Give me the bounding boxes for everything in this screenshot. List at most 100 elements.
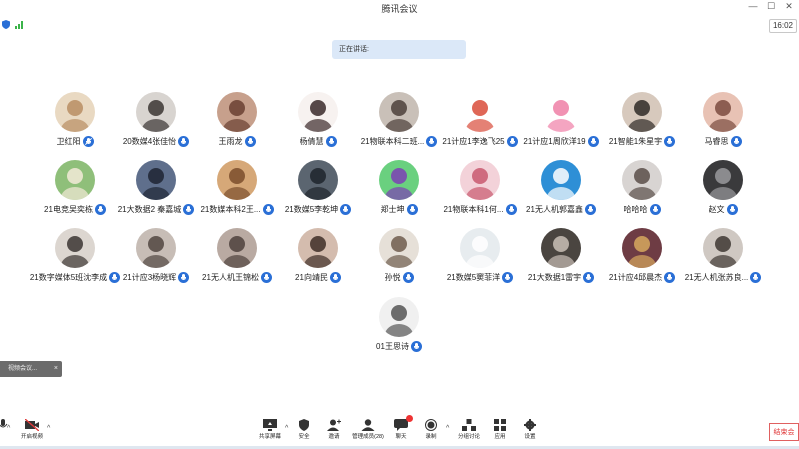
microphone-icon	[325, 135, 337, 147]
participant-tile[interactable]: 21数媒5窦菲洋	[439, 228, 521, 292]
participant-name: 哈哈哈	[623, 204, 648, 214]
mute-options-chevron-icon[interactable]: ^	[7, 425, 10, 432]
participant-tile[interactable]: 杨倩慧	[277, 92, 359, 156]
avatar	[622, 92, 662, 132]
record-button[interactable]: 录制	[411, 418, 451, 440]
participant-label: 马睿思	[674, 135, 772, 147]
participant-name: 郑士坤	[380, 204, 405, 214]
participant-label: 01王思诗	[350, 340, 448, 352]
avatar	[541, 92, 581, 132]
participant-tile[interactable]: 21数媒本科2王...	[196, 160, 278, 224]
participant-tile[interactable]: 21数字媒体5班沈李成	[30, 228, 121, 292]
participant-tile[interactable]: 21物联本科1何...	[439, 160, 521, 224]
settings-button[interactable]: 设置	[510, 418, 550, 440]
participant-name: 21数媒5窦菲洋	[446, 272, 501, 282]
meeting-toolbar: ^ 开启视频 ^ 共享屏幕 ^ 安全 邀请 管理成员(28) 聊天 录制 ^ 分…	[0, 415, 799, 449]
avatar	[55, 160, 95, 200]
microphone-icon	[244, 135, 256, 147]
participant-tile[interactable]: 21无人机王锦松	[196, 228, 278, 292]
participant-tile[interactable]: 卫红阳	[34, 92, 116, 156]
participant-name: 21计应1李逸飞25	[442, 136, 505, 146]
participant-label: 21无人机张苏良...	[674, 271, 772, 283]
participant-tile[interactable]: 21计应3杨晓辉	[115, 228, 197, 292]
participant-tile[interactable]: 21计应4邱晨杰	[601, 228, 683, 292]
avatar	[217, 160, 257, 200]
participant-name: 21大数据1雷宇	[527, 272, 582, 282]
avatar	[460, 160, 500, 200]
participant-grid: 卫红阳 20数媒4张佳怡 王雨龙 杨倩慧 21物联本科二班... 21计应1李逸飞25 21…	[0, 0, 799, 449]
participant-name: 01王思诗	[376, 341, 409, 351]
notification-toast[interactable]: 视频会议... ×	[0, 361, 62, 377]
participant-tile[interactable]: 王雨龙	[196, 92, 278, 156]
avatar	[622, 228, 662, 268]
avatar	[55, 228, 95, 268]
end-meeting-button[interactable]: 结束会	[769, 423, 799, 441]
microphone-icon	[329, 271, 341, 283]
participant-name: 21无人机王锦松	[202, 272, 259, 282]
avatar	[541, 228, 581, 268]
participant-name: 21物联本科1何...	[443, 204, 504, 214]
participant-tile[interactable]: 哈哈哈	[601, 160, 683, 224]
gear-icon	[523, 418, 537, 431]
participant-tile[interactable]: 21电竞吴奕栋	[34, 160, 116, 224]
participant-tile[interactable]: 21无人机张苏良...	[682, 228, 764, 292]
participant-name: 马睿思	[704, 136, 729, 146]
avatar	[379, 228, 419, 268]
video-button[interactable]: 开启视频	[12, 418, 52, 440]
participant-name: 卫红阳	[56, 136, 81, 146]
avatar	[379, 92, 419, 132]
participant-name: 21电竞吴奕栋	[44, 204, 93, 214]
avatar	[55, 92, 95, 132]
record-icon	[424, 418, 438, 431]
participant-label: 赵文	[674, 203, 772, 215]
participant-tile[interactable]: 21数媒5李乾坤	[277, 160, 359, 224]
participant-name: 20数媒4张佳怡	[122, 136, 177, 146]
video-off-icon	[24, 418, 40, 432]
avatar	[136, 228, 176, 268]
participant-tile[interactable]: 21无人机郭嘉鑫	[520, 160, 602, 224]
breakout-icon	[462, 418, 476, 431]
participant-name: 杨倩慧	[299, 136, 324, 146]
participant-tile[interactable]: 01王思诗	[358, 297, 440, 361]
participant-name: 21数媒5李乾坤	[284, 204, 339, 214]
microphone-icon	[402, 271, 414, 283]
avatar	[703, 160, 743, 200]
participant-tile[interactable]: 21大数据2 秦嘉城	[115, 160, 197, 224]
avatar	[298, 228, 338, 268]
participant-name: 21智能1朱星宇	[608, 136, 663, 146]
avatar	[298, 160, 338, 200]
participant-name: 赵文	[708, 204, 725, 214]
participant-tile[interactable]: 21物联本科二班...	[358, 92, 440, 156]
participant-tile[interactable]: 20数媒4张佳怡	[115, 92, 197, 156]
avatar	[136, 160, 176, 200]
participant-name: 21计应1周欣洋19	[523, 136, 586, 146]
toast-close-icon[interactable]: ×	[54, 361, 58, 377]
participant-tile[interactable]: 赵文	[682, 160, 764, 224]
participant-name: 王雨龙	[218, 136, 243, 146]
avatar	[298, 92, 338, 132]
participant-tile[interactable]: 21向靖民	[277, 228, 359, 292]
participant-tile[interactable]: 21大数据1雷宇	[520, 228, 602, 292]
participant-name: 21无人机张苏良...	[684, 272, 749, 282]
participant-tile[interactable]: 马睿思	[682, 92, 764, 156]
participant-tile[interactable]: 21计应1李逸飞25	[439, 92, 521, 156]
participant-name: 21大数据2 秦嘉城	[117, 204, 182, 214]
participant-tile[interactable]: 21计应1周欣洋19	[520, 92, 602, 156]
participant-name: 21计应3杨晓辉	[122, 272, 177, 282]
participant-tile[interactable]: 孙悦	[358, 228, 440, 292]
microphone-icon	[750, 271, 762, 283]
members-icon	[361, 418, 375, 431]
avatar	[460, 228, 500, 268]
security-shield-icon	[297, 418, 311, 431]
participant-name: 21计应4邱晨杰	[608, 272, 663, 282]
apps-grid-icon	[493, 418, 507, 431]
video-options-chevron-icon[interactable]: ^	[47, 425, 50, 432]
avatar	[703, 228, 743, 268]
microphone-icon	[94, 203, 106, 215]
participant-name: 21物联本科二班...	[360, 136, 425, 146]
participant-tile[interactable]: 郑士坤	[358, 160, 440, 224]
participant-tile[interactable]: 21智能1朱星宇	[601, 92, 683, 156]
avatar	[541, 160, 581, 200]
participant-name: 孙悦	[384, 272, 401, 282]
avatar	[379, 297, 419, 337]
